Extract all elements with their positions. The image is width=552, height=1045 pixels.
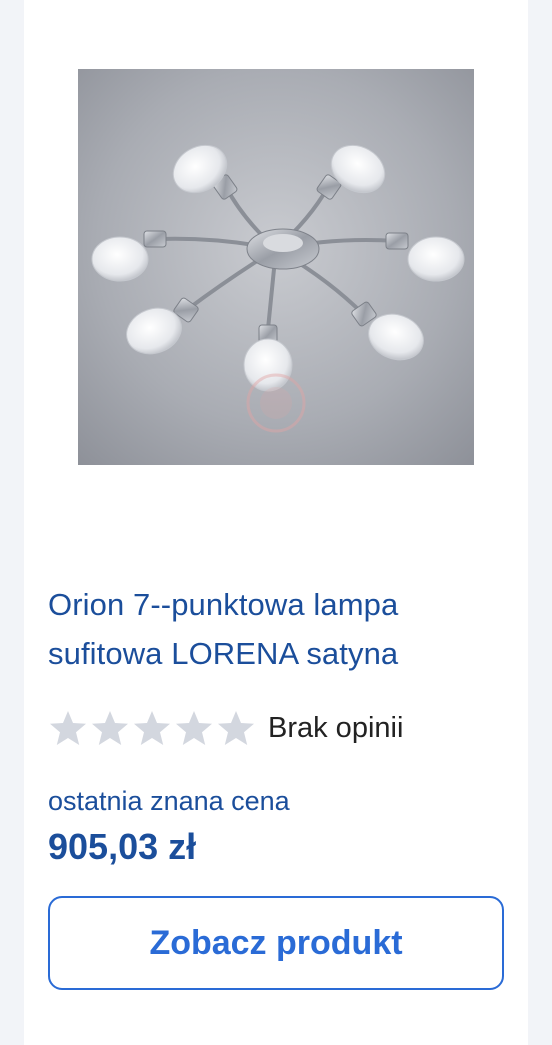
price-label: ostatnia znana cena <box>48 786 290 816</box>
rating-text: Brak opinii <box>268 711 404 744</box>
product-image[interactable] <box>78 69 474 465</box>
star-icon <box>218 711 254 745</box>
star-icon <box>92 711 128 745</box>
star-icon <box>176 711 212 745</box>
rating-stars <box>48 708 256 748</box>
price: 905,03 zł <box>48 826 197 867</box>
rating: Brak opinii <box>48 706 403 750</box>
view-product-button[interactable]: Zobacz produkt <box>48 896 504 990</box>
star-icon <box>134 711 170 745</box>
star-icon <box>50 711 86 745</box>
product-title[interactable]: Orion 7--punktowa lampa sufitowa LORENA … <box>48 580 518 678</box>
lamp-image <box>78 69 474 465</box>
